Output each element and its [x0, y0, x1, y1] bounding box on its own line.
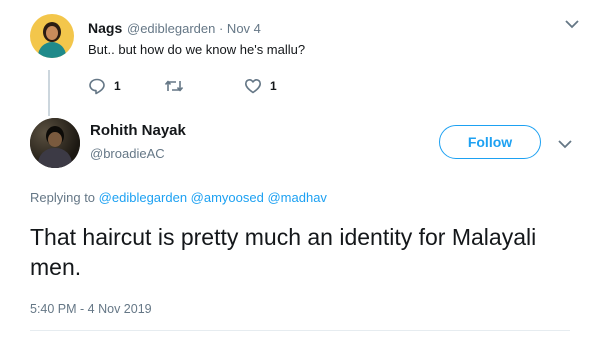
mention-link[interactable]: @amyoosed: [191, 190, 264, 205]
main-tweet-text: That haircut is pretty much an identity …: [30, 224, 537, 280]
avatar-main[interactable]: [30, 118, 80, 168]
reply-button[interactable]: 1: [88, 77, 121, 95]
chevron-down-icon[interactable]: [565, 16, 579, 34]
mention-link[interactable]: @ediblegarden: [99, 190, 187, 205]
main-author-handle[interactable]: @broadieAC: [90, 146, 165, 161]
parent-tweet-text: But.. but how do we know he's mallu?: [88, 42, 306, 57]
divider: [30, 330, 570, 331]
like-button[interactable]: 1: [244, 77, 277, 95]
reply-icon: [88, 77, 106, 95]
thread-connector-line: [48, 70, 50, 116]
main-author-name[interactable]: Rohith Nayak: [90, 122, 186, 139]
avatar-parent[interactable]: [30, 14, 74, 58]
parent-author-meta[interactable]: @ediblegarden · Nov 4: [127, 21, 261, 36]
mention-link[interactable]: @madhav: [267, 190, 326, 205]
retweet-icon: [164, 77, 184, 95]
retweet-button[interactable]: [164, 77, 184, 95]
tweet-timestamp[interactable]: 5:40 PM - 4 Nov 2019: [30, 302, 152, 316]
follow-button[interactable]: Follow: [439, 125, 541, 159]
replying-to-label: Replying to: [30, 190, 96, 205]
chevron-down-icon[interactable]: [558, 136, 572, 154]
like-icon: [244, 77, 262, 95]
replying-to-line: Replying to @ediblegarden @amyoosed @mad…: [30, 190, 327, 205]
like-count: 1: [270, 79, 277, 93]
reply-count: 1: [114, 79, 121, 93]
parent-author-name[interactable]: Nags: [88, 20, 122, 36]
